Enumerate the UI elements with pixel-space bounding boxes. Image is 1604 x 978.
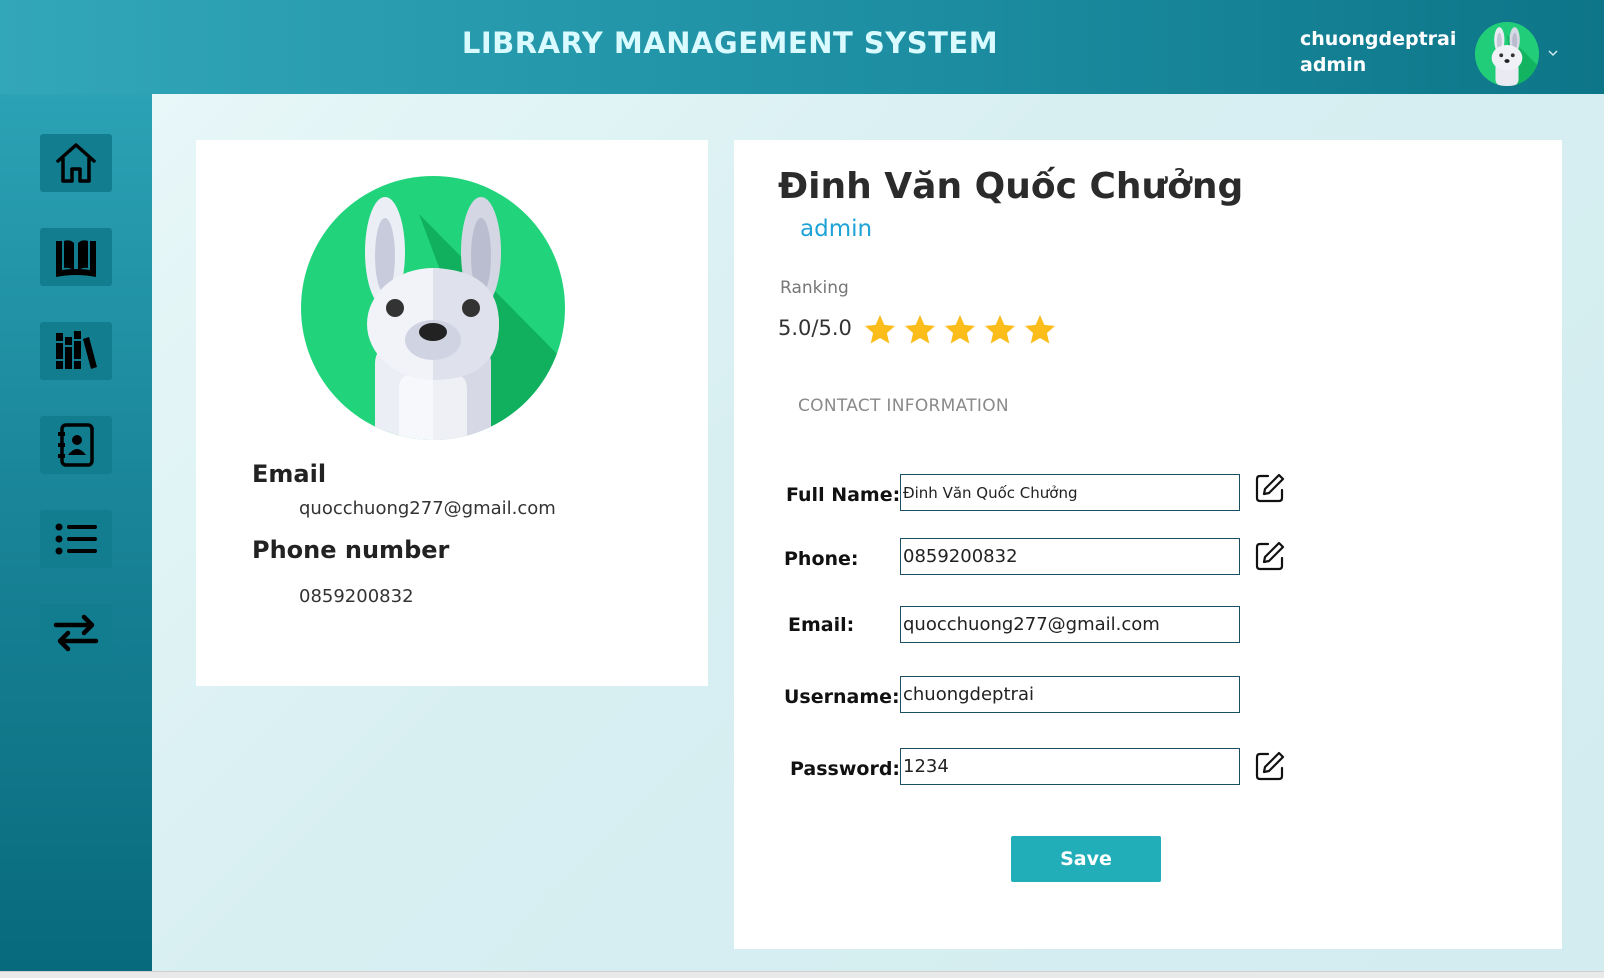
contacts-book-icon <box>58 423 94 467</box>
ranking-value: 5.0/5.0 <box>778 316 852 340</box>
main-content: Email quocchuong277@gmail.com Phone numb… <box>152 94 1604 971</box>
app-title: LIBRARY MANAGEMENT SYSTEM <box>461 26 999 60</box>
profile-card: Email quocchuong277@gmail.com Phone numb… <box>196 140 708 686</box>
email-value: quocchuong277@gmail.com <box>299 498 556 519</box>
full-name-input[interactable] <box>900 474 1240 511</box>
password-input[interactable] <box>900 748 1240 785</box>
phone-field-label: Phone: <box>784 548 859 570</box>
section-title: CONTACT INFORMATION <box>798 396 1009 416</box>
full-name-label: Full Name: <box>786 484 901 506</box>
sidebar <box>0 94 152 978</box>
star-icon <box>945 315 975 344</box>
swap-arrows-icon <box>53 614 99 652</box>
book-icon <box>56 240 96 277</box>
rating-stars <box>862 312 1058 348</box>
username-label: Username: <box>784 686 900 708</box>
save-button[interactable]: Save <box>1011 836 1161 882</box>
profile-avatar-icon <box>301 176 565 440</box>
user-avatar[interactable] <box>1475 22 1539 86</box>
profile-name: Đinh Văn Quốc Chưởng <box>778 166 1244 207</box>
star-icon <box>985 315 1015 344</box>
sidebar-item-contacts[interactable] <box>40 416 112 474</box>
app-window: LIBRARY MANAGEMENT SYSTEM chuongdeptrai … <box>0 0 1604 978</box>
edit-phone-icon[interactable] <box>1254 540 1286 572</box>
star-icon <box>1025 315 1055 344</box>
profile-role: admin <box>800 216 873 242</box>
star-icon <box>865 315 895 344</box>
top-header: LIBRARY MANAGEMENT SYSTEM chuongdeptrai … <box>0 0 1604 94</box>
library-books-icon <box>56 331 97 369</box>
current-username: chuongdeptrai <box>1300 28 1457 50</box>
edit-full-name-icon[interactable] <box>1254 472 1286 504</box>
password-label: Password: <box>790 758 901 780</box>
sidebar-item-library[interactable] <box>40 322 112 380</box>
sidebar-item-transactions[interactable] <box>40 604 112 662</box>
email-input[interactable] <box>900 606 1240 643</box>
details-card: Đinh Văn Quốc Chưởng admin Ranking 5.0/5… <box>734 140 1562 949</box>
horizontal-scrollbar[interactable] <box>0 971 1604 978</box>
bunny-avatar-icon <box>1475 22 1539 86</box>
email-label: Email <box>252 460 327 488</box>
star-icon <box>905 315 935 344</box>
chevron-down-icon[interactable] <box>1546 46 1560 60</box>
edit-password-icon[interactable] <box>1254 750 1286 782</box>
phone-input[interactable] <box>900 538 1240 575</box>
phone-value: 0859200832 <box>299 586 414 607</box>
username-input[interactable] <box>900 676 1240 713</box>
current-user-info: chuongdeptrai admin <box>1300 26 1456 78</box>
email-field-label: Email: <box>788 614 855 636</box>
list-icon <box>55 523 97 555</box>
sidebar-item-list[interactable] <box>40 510 112 568</box>
phone-label: Phone number <box>252 536 450 564</box>
current-user-role: admin <box>1300 54 1367 76</box>
sidebar-item-books[interactable] <box>40 228 112 286</box>
ranking-label: Ranking <box>780 278 849 298</box>
sidebar-item-home[interactable] <box>40 134 112 192</box>
home-icon <box>56 143 96 183</box>
